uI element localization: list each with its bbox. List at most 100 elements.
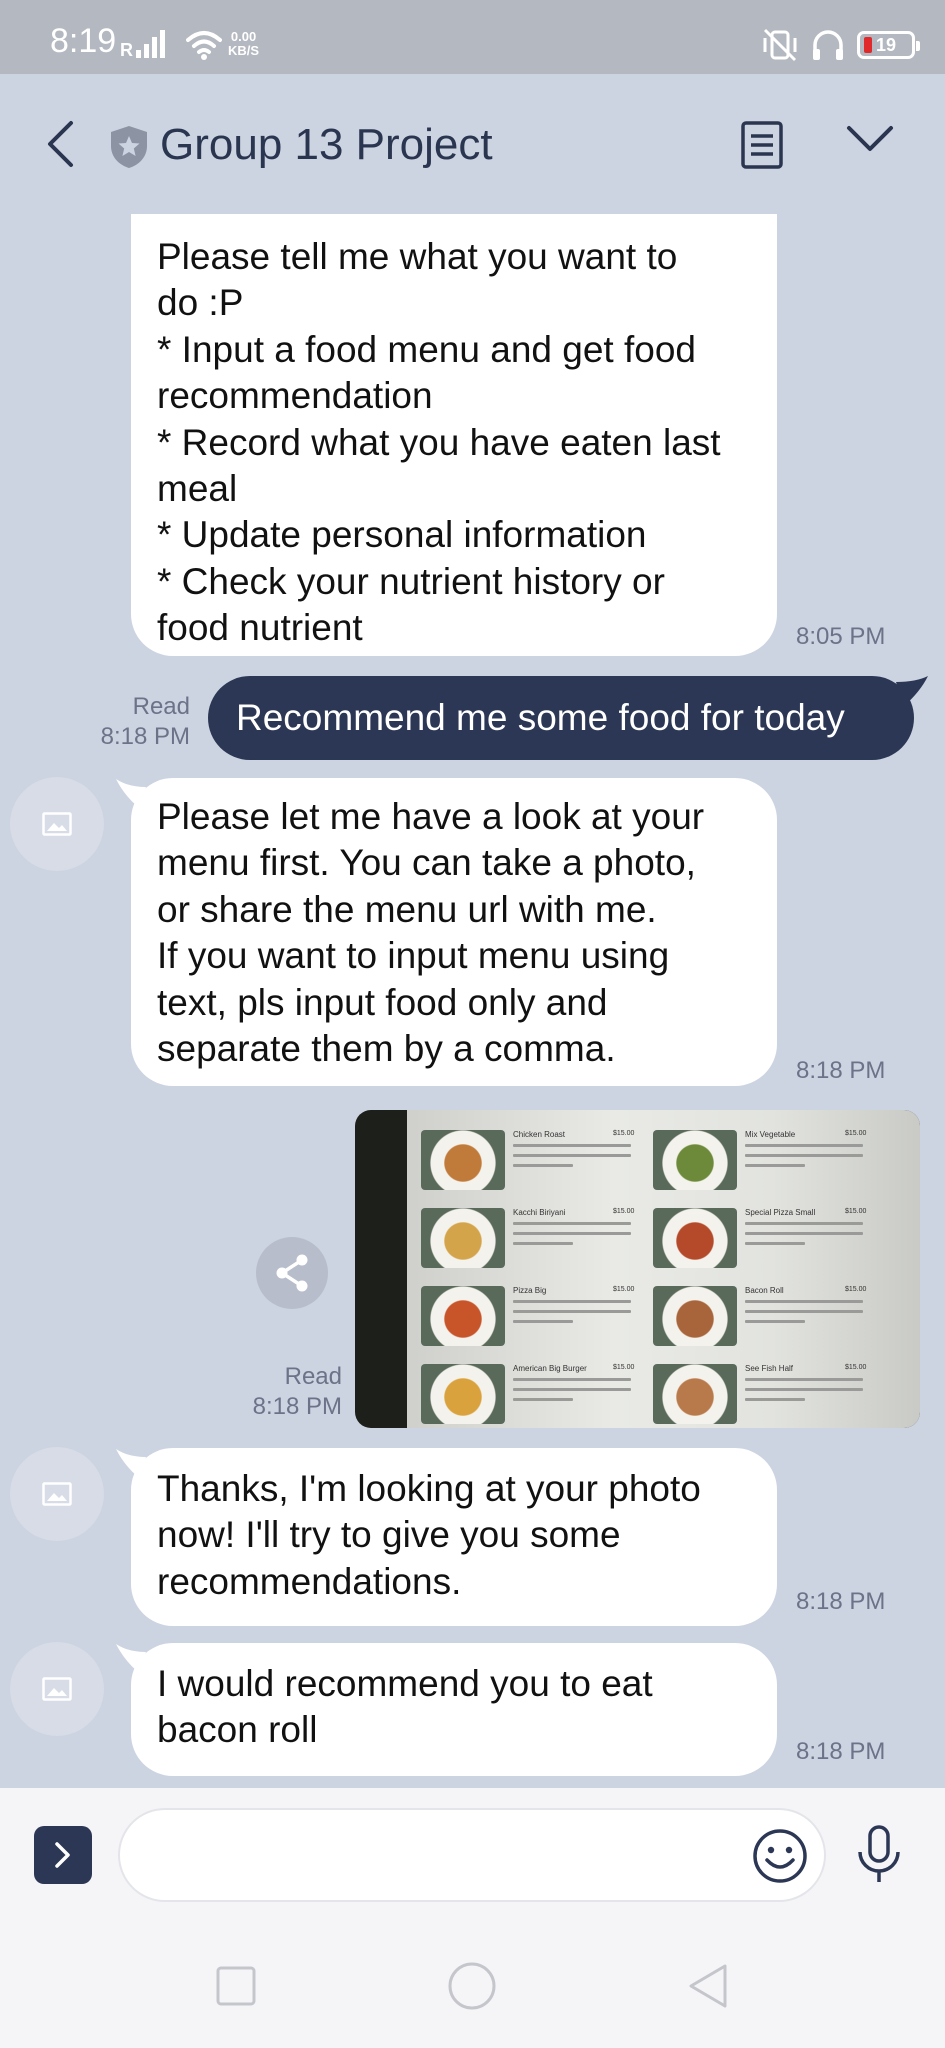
message-text: Thanks, I'm looking at your photo now! I… [157,1468,701,1602]
dish-description-line [513,1164,573,1167]
chat-header: Group 13 Project [0,74,945,214]
input-bar [0,1788,945,1920]
triangle-back-icon [689,1964,727,2008]
dish-price: $15.00 [613,1130,635,1137]
dish-description-line [513,1300,631,1303]
dish-price: $15.00 [613,1208,635,1215]
message-time: 8:05 PM [796,623,886,650]
expand-button[interactable] [34,1826,92,1884]
dish-description-line [745,1320,805,1323]
battery-icon: 19 [857,31,920,59]
dish-image [421,1286,505,1346]
menu-photo-item: Special Pizza Small $15.00 [649,1204,899,1280]
speed-value: 0.00 [230,29,257,44]
status-right-icons: 19 [761,28,920,62]
message-input[interactable] [118,1808,826,1902]
share-button[interactable] [256,1237,328,1309]
dish-description-line [745,1154,863,1157]
vibrate-mute-icon [763,28,797,62]
avatar[interactable] [10,1642,104,1736]
message-time: 8:18 PM [796,1738,886,1765]
dish-description-line [513,1378,631,1381]
dish-description-line [745,1378,863,1381]
dish-image [653,1364,737,1424]
message-time: 8:18 PM [796,1057,886,1084]
notes-icon [741,121,783,169]
chevron-right-icon [55,1842,70,1868]
dish-description-line [513,1310,631,1313]
dish-description-line [745,1300,863,1303]
smiley-icon [753,1829,807,1883]
dish-price: $15.00 [845,1364,867,1371]
square-icon [216,1966,256,2006]
shield-star-icon [111,126,147,168]
circle-icon [448,1962,496,2010]
image-placeholder-icon [42,1482,72,1506]
notes-button[interactable] [740,120,792,172]
dish-name: Special Pizza Small [745,1208,816,1217]
menu-photo-item: Chicken Roast $15.00 [417,1126,667,1202]
page-title: Group 13 Project [160,120,493,169]
dish-description-line [745,1310,863,1313]
menu-photo-item: American Big Burger $15.00 [417,1360,667,1428]
message-time: 8:18 PM [796,1588,886,1615]
menu-toggle-button[interactable] [846,124,906,168]
back-nav-button[interactable] [680,1958,736,2014]
incoming-message[interactable]: Thanks, I'm looking at your photo now! I… [131,1448,777,1626]
dish-name: Mix Vegetable [745,1130,796,1139]
dish-description-line [745,1144,863,1147]
message-text: Please let me have a look at your menu f… [157,796,705,1070]
dish-image [421,1130,505,1190]
svg-text:R: R [120,40,133,60]
recents-button[interactable] [208,1958,264,2014]
dish-price: $15.00 [613,1286,635,1293]
avatar[interactable] [10,1447,104,1541]
status-bar: 8:19 R 0.00 KB/S 19 [0,0,945,74]
menu-photo-item: Pizza Big $15.00 [417,1282,667,1358]
share-icon [276,1254,308,1292]
dish-name: Kacchi Biriyani [513,1208,566,1217]
battery-level [864,37,872,53]
chevron-left-icon [48,121,73,167]
dish-description-line [745,1164,805,1167]
signal-icon: R [120,30,165,60]
dish-name: Bacon Roll [745,1286,784,1295]
read-receipt: Read 8:18 PM [80,692,190,752]
incoming-message[interactable]: Please tell me what you want to do :P * … [131,214,777,656]
dish-image [421,1364,505,1424]
dish-image [653,1286,737,1346]
message-time: 8:18 PM [100,723,190,750]
read-label: Read [132,693,190,720]
outgoing-message[interactable]: Recommend me some food for today [208,676,914,760]
menu-photo-item: Kacchi Biriyani $15.00 [417,1204,667,1280]
microphone-button[interactable] [854,1824,910,1888]
incoming-message[interactable]: I would recommend you to eat bacon roll [131,1643,777,1776]
home-button[interactable] [444,1958,500,2014]
system-nav-bar [0,1920,945,2048]
dish-image [421,1208,505,1268]
dish-price: $15.00 [845,1208,867,1215]
dish-description-line [745,1242,805,1245]
message-text: Please tell me what you want to do :P * … [157,236,721,649]
status-time: 8:19 [50,22,117,60]
message-time: 8:18 PM [252,1393,342,1420]
back-button[interactable] [30,114,90,174]
chat-area[interactable]: Please tell me what you want to do :P * … [0,214,945,1788]
dish-price: $15.00 [613,1364,635,1371]
headphones-icon [813,30,843,60]
menu-photo[interactable]: Chicken Roast $15.00 Mix Vegetable $15.00 Ka… [355,1110,920,1428]
avatar[interactable] [10,777,104,871]
menu-photo-item: Bacon Roll $15.00 [649,1282,899,1358]
chevron-down-icon [847,126,893,151]
incoming-message[interactable]: Please let me have a look at your menu f… [131,778,777,1086]
dish-name: See Fish Half [745,1364,794,1373]
emoji-button[interactable] [752,1828,808,1884]
menu-photo-item: Mix Vegetable $15.00 [649,1126,899,1202]
message-text: Recommend me some food for today [236,697,845,738]
dish-description-line [513,1222,631,1225]
dish-price: $15.00 [845,1286,867,1293]
dish-description-line [513,1398,573,1401]
speed-unit: KB/S [228,43,260,58]
dish-description-line [745,1388,863,1391]
menu-photo-item: See Fish Half $15.00 [649,1360,899,1428]
